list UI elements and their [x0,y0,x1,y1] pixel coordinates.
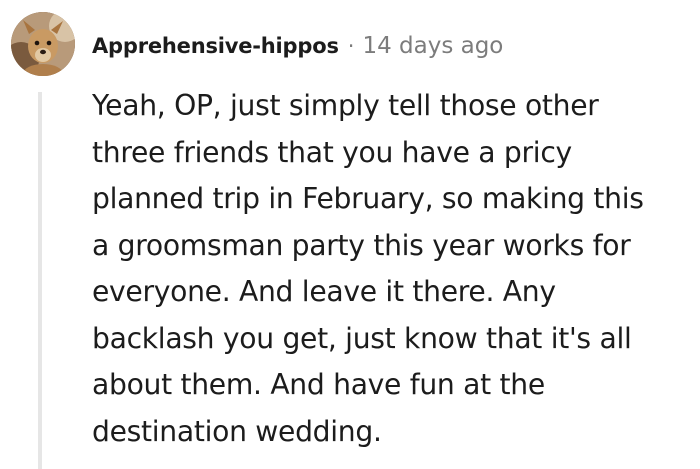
comment-line: destination wedding. [92,414,382,448]
meta-separator: · [347,34,355,58]
author-name[interactable]: Apprehensive-hippos [92,34,339,58]
comment-line: a groomsman party this year works for [92,228,631,262]
comment-line: Yeah, OP, just simply tell those other [92,89,599,122]
timestamp[interactable]: 14 days ago [362,33,503,59]
comment-line: three friends that you have a pricy [92,135,572,169]
comment: Apprehensive-hippos · 14 days ago Yeah, … [0,0,700,469]
comment-body: Yeah, OP, just simply tell those other t… [92,83,688,455]
comment-line: backlash you get, just know that it's al… [92,321,632,355]
avatar[interactable] [11,12,75,76]
dog-avatar-icon [11,12,75,76]
comment-line: about them. And have fun at the [92,368,545,401]
comment-meta: Apprehensive-hippos · 14 days ago [92,30,503,62]
comment-line: planned trip in February, so making this [92,182,644,215]
thread-collapse-line[interactable] [38,92,42,469]
comment-line: everyone. And leave it there. Any [92,275,556,308]
